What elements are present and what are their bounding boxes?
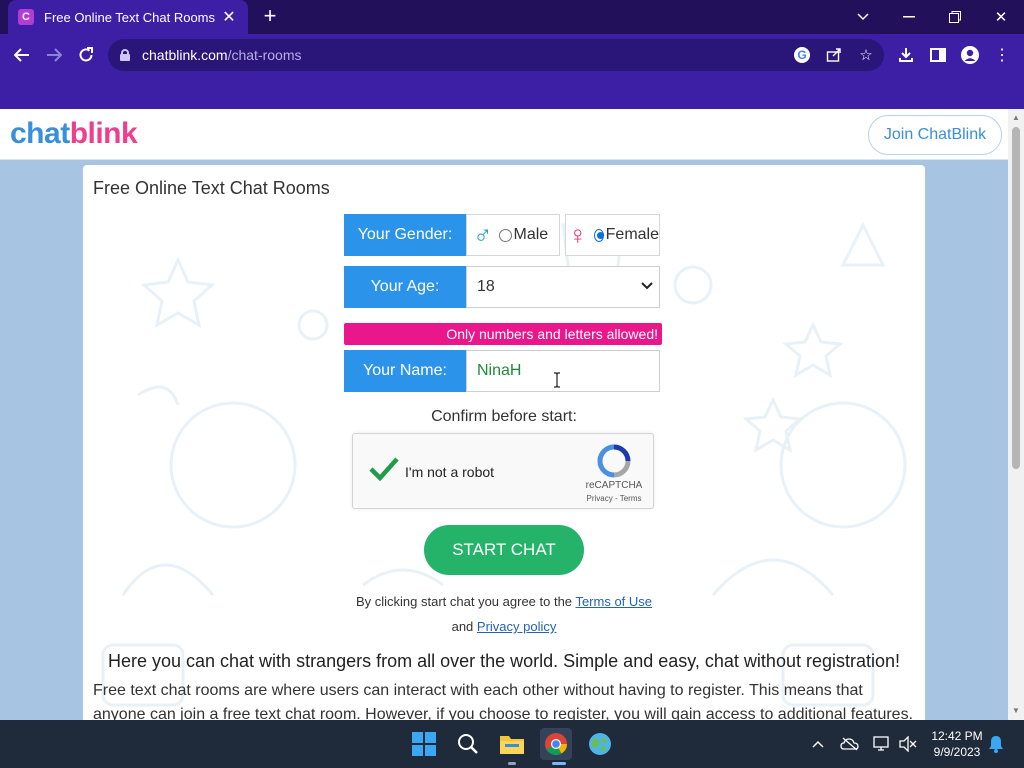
side-panel-icon[interactable] — [924, 41, 952, 69]
system-clock[interactable]: 12:42 PM 9/9/2023 — [922, 728, 992, 760]
agree-and: and — [451, 619, 474, 634]
close-window-icon[interactable]: ✕ — [978, 0, 1024, 34]
female-label: Female — [605, 226, 659, 243]
clock-time: 12:42 PM — [931, 729, 983, 743]
browser-toolbar: chatblink.com/chat-rooms G ☆ ⋮ — [0, 34, 1024, 76]
onedrive-offline-icon[interactable] — [840, 734, 860, 754]
search-icon[interactable] — [452, 728, 484, 760]
confirm-label: Confirm before start: — [431, 408, 577, 425]
browser-tab[interactable]: C Free Online Text Chat Rooms ✕ — [8, 0, 248, 34]
agree-prefix: By clicking start chat you agree to the — [355, 594, 573, 609]
browser-tab-strip: C Free Online Text Chat Rooms ✕ + ✕ — [0, 0, 1024, 34]
recaptcha-checkmark-icon[interactable] — [367, 452, 401, 486]
name-input[interactable]: NinaH — [466, 350, 660, 392]
windows-start-icon[interactable] — [408, 728, 440, 760]
male-symbol-icon: ♂ — [473, 219, 493, 250]
tab-search-chevron-icon[interactable] — [840, 0, 886, 34]
bookmark-star-icon[interactable]: ☆ — [856, 45, 876, 65]
svg-text:G: G — [797, 48, 806, 62]
intro-paragraph: Free text chat rooms are where users can… — [93, 682, 914, 720]
recaptcha-label: I'm not a robot — [405, 464, 495, 480]
scroll-thumb[interactable] — [1012, 127, 1020, 469]
windows-taskbar: 12:42 PM 9/9/2023 — [0, 720, 1024, 768]
join-chatblink-button[interactable]: Join ChatBlink — [868, 115, 1002, 155]
gender-option-male[interactable]: ♂ Male — [466, 214, 560, 256]
url-path: /chat-rooms — [227, 47, 302, 63]
chevron-down-icon — [641, 279, 653, 293]
recaptcha-links[interactable]: Privacy - Terms — [581, 494, 647, 503]
terms-agreement: By clicking start chat you agree to the … — [83, 594, 925, 609]
recaptcha-logo-icon — [597, 444, 631, 478]
restore-icon[interactable] — [932, 0, 978, 34]
share-icon[interactable] — [824, 45, 844, 65]
name-validation-warning: Only numbers and letters allowed! — [344, 323, 662, 345]
logo-part-blink: blink — [69, 117, 138, 150]
globe-app-icon[interactable] — [584, 728, 616, 760]
download-icon[interactable] — [892, 41, 920, 69]
scroll-down-arrow-icon[interactable]: ▼ — [1008, 706, 1024, 716]
female-radio[interactable] — [593, 228, 604, 242]
privacy-policy-link[interactable]: Privacy policy — [477, 619, 556, 634]
male-label: Male — [513, 226, 549, 243]
close-tab-icon[interactable]: ✕ — [220, 7, 238, 27]
logo-part-chat: chat — [10, 117, 70, 150]
text-cursor-icon — [553, 372, 561, 388]
age-selected-value: 18 — [477, 278, 495, 295]
url-host: chatblink.com — [142, 47, 228, 63]
reload-icon[interactable] — [72, 41, 100, 69]
tray-expand-chevron-icon[interactable] — [808, 734, 828, 754]
chatblink-favicon-icon: C — [18, 9, 34, 25]
tab-title: Free Online Text Chat Rooms — [44, 9, 215, 25]
back-arrow-icon[interactable] — [8, 41, 36, 69]
terms-of-use-link[interactable]: Terms of Use — [575, 594, 652, 609]
volume-muted-icon[interactable] — [898, 734, 918, 754]
site-header: chatblink Join ChatBlink — [0, 109, 1008, 160]
recaptcha-widget[interactable]: I'm not a robot reCAPTCHA Privacy - Term… — [352, 433, 654, 509]
chat-form-card: Free Online Text Chat Rooms Your Gender:… — [83, 165, 925, 720]
bookmarks-bar — [0, 76, 1024, 109]
browser-menu-icon[interactable]: ⋮ — [988, 41, 1016, 69]
chrome-indicator — [552, 762, 566, 765]
page-title: Free Online Text Chat Rooms — [93, 178, 330, 198]
page-scrollbar[interactable]: ▲ ▼ — [1008, 109, 1024, 720]
profile-avatar-icon[interactable] — [956, 41, 984, 69]
scroll-up-arrow-icon[interactable]: ▲ — [1008, 113, 1024, 123]
intro-headline: Here you can chat with strangers from al… — [107, 651, 901, 671]
start-chat-button[interactable]: START CHAT — [424, 525, 584, 575]
chatblink-logo[interactable]: chatblink — [10, 117, 138, 151]
privacy-agreement: and Privacy policy — [83, 619, 925, 634]
file-explorer-icon[interactable] — [496, 728, 528, 760]
forward-arrow-icon[interactable] — [40, 41, 68, 69]
minimize-icon[interactable] — [886, 0, 932, 34]
name-label: Your Name: — [344, 350, 466, 392]
network-icon[interactable] — [872, 734, 892, 754]
recaptcha-brand: reCAPTCHA — [585, 480, 643, 491]
age-select[interactable]: 18 — [466, 266, 660, 308]
gender-label: Your Gender: — [344, 214, 466, 256]
new-tab-icon[interactable]: + — [258, 4, 282, 28]
file-explorer-indicator — [508, 762, 516, 765]
web-page: chatblink Join ChatBlink Free Online Tex… — [0, 109, 1008, 720]
female-symbol-icon: ♀ — [568, 219, 588, 250]
gender-option-female[interactable]: ♀ Female — [565, 214, 660, 256]
notification-bell-icon[interactable] — [986, 734, 1006, 754]
google-g-icon[interactable]: G — [792, 45, 812, 65]
clock-date: 9/9/2023 — [933, 745, 981, 759]
name-input-value: NinaH — [477, 362, 522, 379]
male-radio[interactable] — [498, 228, 512, 242]
address-bar[interactable]: chatblink.com/chat-rooms G ☆ — [108, 39, 884, 71]
lock-icon[interactable] — [120, 49, 130, 61]
age-label: Your Age: — [344, 266, 466, 308]
chrome-icon[interactable] — [540, 728, 572, 760]
